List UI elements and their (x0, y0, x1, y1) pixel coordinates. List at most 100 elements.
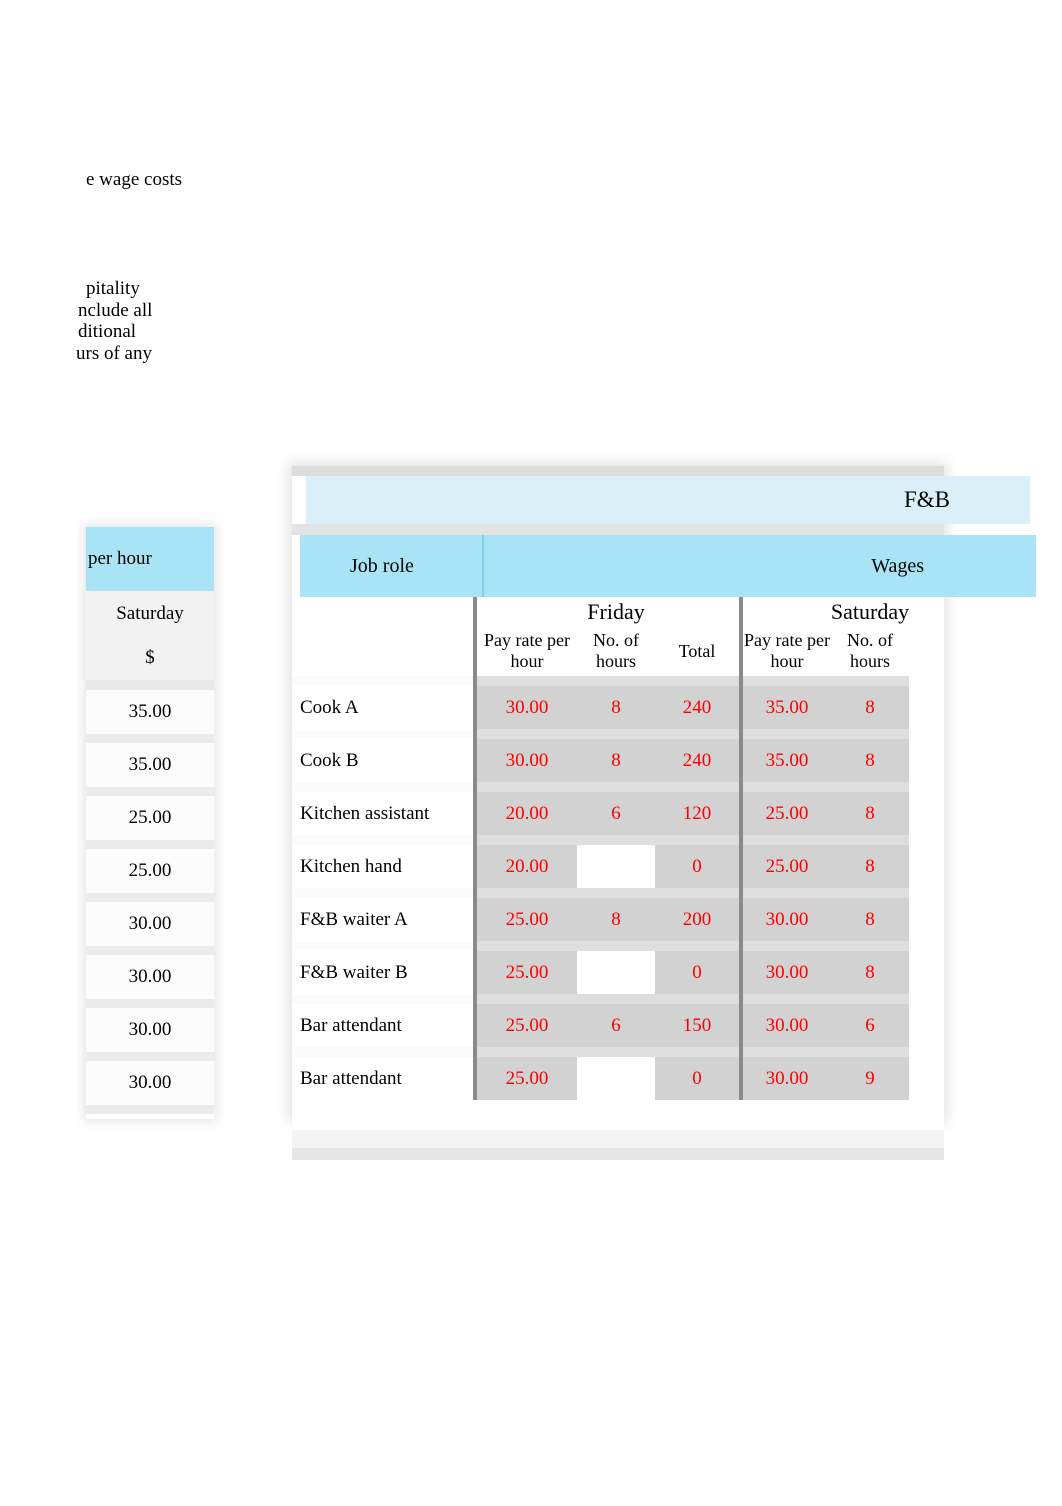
cell-friday-total[interactable]: 240 (655, 686, 739, 729)
row-gap-cell (743, 941, 831, 951)
cell-friday-hours[interactable] (577, 1057, 655, 1100)
cell-friday-total[interactable]: 240 (655, 739, 739, 782)
cell-job-role[interactable]: Cook B (292, 739, 473, 782)
left-table-rowgap (86, 893, 214, 902)
row-gap-cell (292, 729, 473, 739)
row-gap-cell (831, 676, 909, 686)
table-row: Bar attendant 25.00 0 30.00 9 (292, 1057, 944, 1100)
cell-job-role[interactable]: Bar attendant (292, 1004, 473, 1047)
cell-friday-hours[interactable]: 8 (577, 739, 655, 782)
cell-job-role[interactable]: F&B waiter B (292, 951, 473, 994)
cell-saturday-hours[interactable]: 8 (831, 686, 909, 729)
cell-saturday-pay-rate[interactable]: 25.00 (743, 845, 831, 888)
cell-friday-hours[interactable] (577, 845, 655, 888)
fnb-title-band: F&B (306, 476, 1030, 524)
cell-friday-pay-rate[interactable]: 30.00 (477, 739, 577, 782)
left-table-value: 35.00 (86, 743, 214, 787)
table-row-gap (292, 941, 944, 951)
row-gap-cell (292, 676, 473, 686)
row-gap-cell (292, 941, 473, 951)
left-table-rowgap (86, 999, 214, 1008)
left-table-value: 35.00 (86, 690, 214, 734)
row-gap-cell (577, 835, 655, 845)
table-row-gap (292, 729, 944, 739)
cell-friday-hours[interactable]: 8 (577, 898, 655, 941)
row-tail (909, 792, 944, 835)
row-tail (909, 835, 944, 845)
saturday-label: Saturday (830, 597, 910, 626)
row-gap-cell (831, 782, 909, 792)
row-tail (909, 676, 944, 686)
cell-saturday-pay-rate[interactable]: 35.00 (743, 686, 831, 729)
cell-job-role[interactable]: Kitchen hand (292, 845, 473, 888)
row-gap-cell (655, 994, 739, 1004)
row-gap-cell (577, 941, 655, 951)
cell-saturday-hours[interactable]: 9 (831, 1057, 909, 1100)
cell-friday-hours[interactable]: 8 (577, 686, 655, 729)
row-gap-cell (577, 994, 655, 1004)
column-header-saturday-hours: No. of hours (831, 626, 909, 676)
table-row-gap (292, 835, 944, 845)
cell-friday-pay-rate[interactable]: 25.00 (477, 898, 577, 941)
row-gap-cell (743, 729, 831, 739)
cell-saturday-hours[interactable]: 8 (831, 845, 909, 888)
cell-saturday-pay-rate[interactable]: 35.00 (743, 739, 831, 782)
cell-saturday-pay-rate[interactable]: 30.00 (743, 1057, 831, 1100)
band-spacer (292, 524, 944, 535)
cell-saturday-hours[interactable]: 8 (831, 951, 909, 994)
friday-label-part (477, 597, 577, 626)
row-tail (909, 845, 944, 888)
saturday-label-part (743, 597, 831, 626)
row-gap-cell (477, 782, 577, 792)
cell-friday-pay-rate[interactable]: 25.00 (477, 1004, 577, 1047)
cell-saturday-hours[interactable]: 8 (831, 739, 909, 782)
cell-job-role[interactable]: F&B waiter A (292, 898, 473, 941)
cell-friday-total[interactable]: 120 (655, 792, 739, 835)
table-row: Kitchen hand 20.00 0 25.00 8 (292, 845, 944, 888)
cell-friday-hours[interactable]: 6 (577, 792, 655, 835)
row-gap-cell (831, 888, 909, 898)
cell-saturday-hours[interactable]: 6 (831, 1004, 909, 1047)
left-table-rowgap (86, 1052, 214, 1061)
left-table-value: 30.00 (86, 902, 214, 946)
row-gap-cell (831, 835, 909, 845)
row-gap-cell (743, 835, 831, 845)
row-gap-cell (577, 729, 655, 739)
cell-saturday-hours[interactable]: 8 (831, 792, 909, 835)
left-table-rowgap (86, 946, 214, 955)
cell-friday-pay-rate[interactable]: 25.00 (477, 1057, 577, 1100)
cell-friday-total[interactable]: 150 (655, 1004, 739, 1047)
cell-saturday-pay-rate[interactable]: 25.00 (743, 792, 831, 835)
cell-friday-pay-rate[interactable]: 20.00 (477, 845, 577, 888)
fnb-table-grid: Friday Saturday Pay rate per hour No. of… (292, 597, 944, 1160)
cell-friday-hours[interactable] (577, 951, 655, 994)
column-header-saturday-pay-rate: Pay rate per hour (743, 626, 831, 676)
cell-job-role[interactable]: Cook A (292, 686, 473, 729)
row-gap-cell (577, 676, 655, 686)
cell-job-role[interactable]: Bar attendant (292, 1057, 473, 1100)
cell-saturday-hours[interactable]: 8 (831, 898, 909, 941)
row-gap-cell (577, 1047, 655, 1057)
cell-job-role[interactable]: Kitchen assistant (292, 792, 473, 835)
cell-friday-pay-rate[interactable]: 30.00 (477, 686, 577, 729)
cell-friday-pay-rate[interactable]: 20.00 (477, 792, 577, 835)
row-gap-cell (655, 729, 739, 739)
cell-friday-total[interactable]: 0 (655, 845, 739, 888)
table-bottom-strip (292, 1130, 944, 1148)
table-row: F&B waiter B 25.00 0 30.00 8 (292, 951, 944, 994)
cell-friday-total[interactable]: 200 (655, 898, 739, 941)
table-rows-host: Cook A 30.00 8 240 35.00 8 Cook B 30.00 8 240 35.0… (292, 676, 944, 1100)
cell-friday-total[interactable]: 0 (655, 1057, 739, 1100)
row-gap-cell (292, 835, 473, 845)
left-table-rowgap (86, 1105, 214, 1114)
cell-friday-hours[interactable]: 6 (577, 1004, 655, 1047)
cell-saturday-pay-rate[interactable]: 30.00 (743, 951, 831, 994)
row-tail (909, 729, 944, 739)
fnb-title: F&B (903, 487, 950, 512)
cell-friday-pay-rate[interactable]: 25.00 (477, 951, 577, 994)
notes-title: e wage costs (86, 169, 183, 190)
cell-saturday-pay-rate[interactable]: 30.00 (743, 1004, 831, 1047)
cell-friday-total[interactable]: 0 (655, 951, 739, 994)
cell-saturday-pay-rate[interactable]: 30.00 (743, 898, 831, 941)
friday-label: Friday (577, 597, 655, 626)
